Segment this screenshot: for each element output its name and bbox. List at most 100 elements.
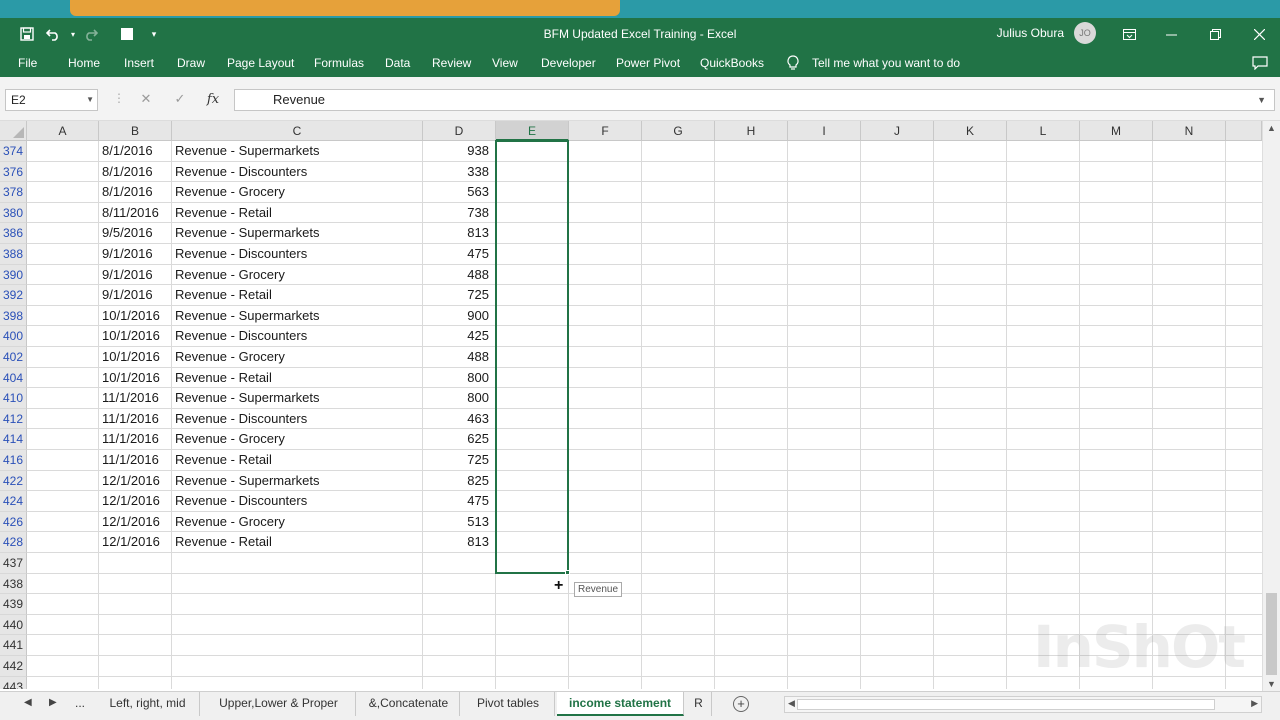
cell-description[interactable] <box>172 677 423 689</box>
cell-value[interactable] <box>423 635 496 656</box>
cell-value[interactable]: 475 <box>423 244 496 265</box>
save-icon[interactable] <box>14 18 40 50</box>
column-header-b[interactable]: B <box>99 121 172 141</box>
cell-date[interactable]: 10/1/2016 <box>99 368 172 389</box>
column-header-l[interactable]: L <box>1007 121 1080 141</box>
horizontal-scrollbar[interactable]: ◀ ▶ <box>784 696 1262 713</box>
customize-qat-icon[interactable]: ▾ <box>141 18 167 50</box>
column-header-i[interactable]: I <box>788 121 861 141</box>
cell-description[interactable] <box>172 615 423 636</box>
cell-description[interactable] <box>172 635 423 656</box>
cell-date[interactable]: 11/1/2016 <box>99 409 172 430</box>
sheet-tab[interactable]: income statement <box>557 692 684 716</box>
more-sheets-button[interactable]: ... <box>66 692 94 716</box>
column-header-f[interactable]: F <box>569 121 642 141</box>
cell-description[interactable]: Revenue - Grocery <box>172 347 423 368</box>
cell-value[interactable]: 338 <box>423 162 496 183</box>
add-sheet-icon[interactable]: + <box>733 696 749 712</box>
cell-date[interactable] <box>99 574 172 595</box>
cell-value[interactable]: 463 <box>423 409 496 430</box>
column-header-partial[interactable] <box>1226 121 1262 141</box>
vertical-scrollbar[interactable]: ▲ ▼ <box>1262 121 1280 691</box>
cell-date[interactable]: 8/1/2016 <box>99 162 172 183</box>
sheet-tab[interactable]: R <box>686 692 712 716</box>
tab-draw[interactable]: Draw <box>177 56 205 70</box>
cell-description[interactable]: Revenue - Discounters <box>172 326 423 347</box>
tab-data[interactable]: Data <box>385 56 410 70</box>
row-header[interactable]: 443 <box>0 676 27 689</box>
tab-review[interactable]: Review <box>432 56 471 70</box>
tell-me-search[interactable]: Tell me what you want to do <box>812 56 960 70</box>
row-header[interactable]: 439 <box>0 594 27 615</box>
tab-quickbooks[interactable]: QuickBooks <box>700 56 764 70</box>
cell-description[interactable]: Revenue - Grocery <box>172 182 423 203</box>
column-header-e[interactable]: E <box>496 121 569 141</box>
cell-value[interactable]: 513 <box>423 512 496 533</box>
cancel-entry-icon[interactable]: ✕ <box>135 88 157 110</box>
cell-value[interactable]: 938 <box>423 141 496 162</box>
row-header[interactable]: 424 <box>0 491 27 512</box>
cell-date[interactable]: 12/1/2016 <box>99 491 172 512</box>
cell-description[interactable] <box>172 574 423 595</box>
tab-developer[interactable]: Developer <box>541 56 596 70</box>
cell-description[interactable]: Revenue - Supermarkets <box>172 388 423 409</box>
cell-value[interactable]: 625 <box>423 429 496 450</box>
cell-date[interactable]: 12/1/2016 <box>99 532 172 553</box>
column-header-m[interactable]: M <box>1080 121 1153 141</box>
scroll-left-icon[interactable]: ◀ <box>788 698 795 709</box>
cell-date[interactable] <box>99 635 172 656</box>
cell-description[interactable]: Revenue - Retail <box>172 368 423 389</box>
row-header[interactable]: 441 <box>0 635 27 656</box>
tab-formulas[interactable]: Formulas <box>314 56 364 70</box>
row-header[interactable]: 402 <box>0 347 27 368</box>
cell-description[interactable]: Revenue - Retail <box>172 203 423 224</box>
fill-handle[interactable] <box>565 569 570 575</box>
formula-input[interactable]: Revenue ▼ <box>234 89 1275 111</box>
cell-value[interactable]: 738 <box>423 203 496 224</box>
row-header[interactable]: 412 <box>0 408 27 430</box>
cell-description[interactable]: Revenue - Retail <box>172 285 423 306</box>
row-header[interactable]: 390 <box>0 264 27 286</box>
cell-description[interactable]: Revenue - Grocery <box>172 265 423 286</box>
row-header[interactable]: 410 <box>0 388 27 409</box>
cell-value[interactable] <box>423 553 496 574</box>
row-header[interactable]: 428 <box>0 532 27 553</box>
cell-date[interactable]: 12/1/2016 <box>99 512 172 533</box>
column-header-g[interactable]: G <box>642 121 715 141</box>
cell-date[interactable]: 11/1/2016 <box>99 388 172 409</box>
cell-value[interactable] <box>423 594 496 615</box>
chevron-down-icon[interactable]: ▼ <box>86 90 94 110</box>
previous-sheet-icon[interactable]: ◀ <box>24 697 32 708</box>
row-header[interactable]: 400 <box>0 326 27 347</box>
cell-value[interactable]: 725 <box>423 450 496 471</box>
vertical-scroll-thumb[interactable] <box>1266 593 1277 675</box>
cell-date[interactable] <box>99 615 172 636</box>
cell-description[interactable] <box>172 656 423 677</box>
row-header[interactable]: 426 <box>0 511 27 533</box>
cell-value[interactable] <box>423 677 496 689</box>
column-header-a[interactable]: A <box>27 121 99 141</box>
cell-description[interactable]: Revenue - Retail <box>172 450 423 471</box>
sheet-tab[interactable]: Pivot tables <box>462 692 555 716</box>
close-icon[interactable] <box>1238 18 1280 50</box>
comments-icon[interactable] <box>1252 56 1268 71</box>
minimize-icon[interactable] <box>1150 18 1192 50</box>
row-header[interactable]: 398 <box>0 305 27 327</box>
row-header[interactable]: 378 <box>0 182 27 203</box>
row-header[interactable]: 416 <box>0 450 27 471</box>
row-header[interactable]: 392 <box>0 285 27 306</box>
cell-date[interactable]: 11/1/2016 <box>99 429 172 450</box>
cell-date[interactable]: 8/1/2016 <box>99 182 172 203</box>
cell-date[interactable] <box>99 656 172 677</box>
cell-date[interactable]: 11/1/2016 <box>99 450 172 471</box>
cell-description[interactable]: Revenue - Supermarkets <box>172 306 423 327</box>
tab-power-pivot[interactable]: Power Pivot <box>616 56 680 70</box>
row-header[interactable]: 437 <box>0 553 27 574</box>
cell-value[interactable]: 725 <box>423 285 496 306</box>
cell-description[interactable]: Revenue - Supermarkets <box>172 471 423 492</box>
column-header-h[interactable]: H <box>715 121 788 141</box>
tab-home[interactable]: Home <box>68 56 100 70</box>
cell-value[interactable]: 900 <box>423 306 496 327</box>
cell-description[interactable]: Revenue - Discounters <box>172 244 423 265</box>
cell-date[interactable]: 9/1/2016 <box>99 285 172 306</box>
